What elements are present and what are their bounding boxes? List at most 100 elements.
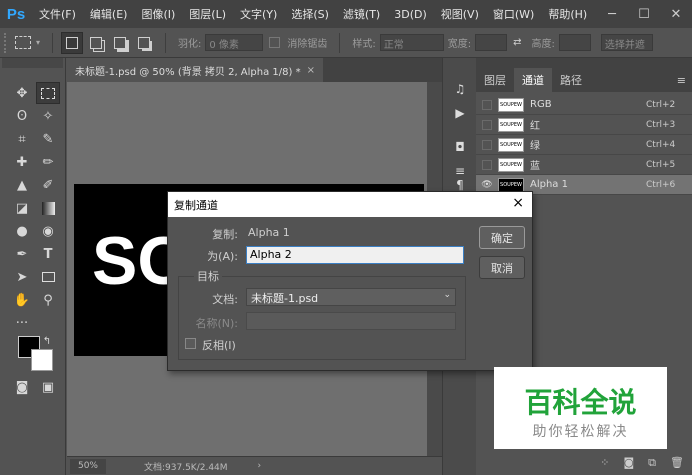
menu-window[interactable]: 窗口(W) bbox=[486, 6, 541, 22]
channel-thumbnail: SOUPEW bbox=[498, 157, 524, 172]
background-color-swatch[interactable] bbox=[31, 349, 53, 371]
menu-type[interactable]: 文字(Y) bbox=[233, 6, 284, 22]
feather-input[interactable]: 0 像素 bbox=[205, 34, 264, 51]
document-label: 文档: bbox=[212, 293, 238, 306]
channel-row-rgb[interactable]: SOUPEW RGB Ctrl+2 bbox=[476, 95, 692, 115]
antialias-label: 消除锯齿 bbox=[287, 39, 328, 50]
source-label: 复制: bbox=[212, 228, 238, 241]
document-name-input[interactable] bbox=[246, 312, 456, 330]
maximize-icon[interactable]: ☐ bbox=[628, 0, 660, 28]
menu-select[interactable]: 选择(S) bbox=[284, 6, 336, 22]
swap-icon[interactable]: ⇄ bbox=[513, 37, 521, 48]
style-select[interactable]: 正常 bbox=[379, 34, 444, 51]
screen-mode-icon[interactable]: ▣ bbox=[36, 376, 60, 398]
swap-colors-icon[interactable]: ↰ bbox=[40, 334, 54, 348]
visibility-toggle[interactable] bbox=[476, 155, 498, 175]
minimize-icon[interactable]: ─ bbox=[596, 0, 628, 28]
channel-thumbnail: SOUPEW bbox=[498, 177, 524, 192]
eraser-tool-icon[interactable]: ◪ bbox=[10, 197, 34, 219]
visibility-toggle[interactable] bbox=[476, 135, 498, 155]
crop-tool-icon[interactable]: ⌗ bbox=[10, 128, 34, 150]
channel-row-red[interactable]: SOUPEW 红 Ctrl+3 bbox=[476, 115, 692, 135]
pen-tool-icon[interactable]: ✒ bbox=[10, 243, 34, 265]
menu-3d[interactable]: 3D(D) bbox=[387, 8, 434, 21]
healing-brush-tool-icon[interactable]: ✚ bbox=[10, 151, 34, 173]
more-tools-icon[interactable]: ··· bbox=[10, 312, 34, 334]
watermark-subtitle: 助你轻松解决 bbox=[532, 424, 629, 440]
select-and-mask-button[interactable]: 选择并遮 bbox=[600, 34, 653, 51]
marquee-preset-icon[interactable] bbox=[12, 32, 34, 54]
visibility-toggle[interactable] bbox=[476, 115, 498, 135]
history-brush-tool-icon[interactable]: ✐ bbox=[36, 174, 60, 196]
channel-row-green[interactable]: SOUPEW 绿 Ctrl+4 bbox=[476, 135, 692, 155]
width-label: 宽度: bbox=[447, 39, 472, 50]
channel-shortcut: Ctrl+4 bbox=[646, 139, 676, 150]
rectangle-tool-icon[interactable] bbox=[36, 266, 60, 288]
dodge-tool-icon[interactable]: ◉ bbox=[36, 220, 60, 242]
cancel-button[interactable]: 取消 bbox=[479, 256, 525, 279]
toolbox-grip[interactable] bbox=[2, 58, 63, 68]
hand-tool-icon[interactable]: ✋ bbox=[10, 289, 34, 311]
gradient-tool-icon[interactable] bbox=[36, 197, 60, 219]
zoom-tool-icon[interactable]: ⚲ bbox=[36, 289, 60, 311]
chevron-right-icon[interactable]: › bbox=[258, 461, 262, 471]
close-icon[interactable]: × bbox=[307, 65, 315, 76]
menu-image[interactable]: 图像(I) bbox=[134, 6, 182, 22]
menu-edit[interactable]: 编辑(E) bbox=[83, 6, 135, 22]
name-label: 名称(N): bbox=[195, 317, 238, 330]
menu-file[interactable]: 文件(F) bbox=[32, 6, 83, 22]
close-icon[interactable]: ✕ bbox=[660, 0, 692, 28]
channel-shortcut: Ctrl+3 bbox=[646, 119, 676, 130]
add-selection-icon[interactable] bbox=[85, 32, 107, 54]
menu-layer[interactable]: 图层(L) bbox=[182, 6, 233, 22]
stamp-tool-icon[interactable]: ▲ bbox=[10, 174, 34, 196]
trash-icon[interactable]: 🗑 bbox=[670, 456, 684, 469]
tab-layers[interactable]: 图层 bbox=[476, 68, 514, 92]
channel-thumbnail: SOUPEW bbox=[498, 97, 524, 112]
actions-panel-icon[interactable]: ▶ bbox=[449, 104, 471, 122]
close-icon[interactable]: × bbox=[512, 195, 524, 211]
properties-panel-icon[interactable]: ◘ bbox=[449, 138, 471, 156]
channel-row-blue[interactable]: SOUPEW 蓝 Ctrl+5 bbox=[476, 155, 692, 175]
height-input[interactable] bbox=[558, 34, 591, 51]
new-selection-icon[interactable] bbox=[61, 31, 84, 54]
type-tool-icon[interactable]: T bbox=[36, 243, 60, 265]
path-selection-tool-icon[interactable]: ➤ bbox=[10, 266, 34, 288]
quick-mask-icon[interactable]: ◙ bbox=[10, 376, 34, 398]
antialias-checkbox[interactable] bbox=[269, 37, 281, 48]
chevron-down-icon[interactable]: ▾ bbox=[36, 38, 40, 47]
marquee-tool-icon[interactable] bbox=[36, 82, 60, 104]
invert-checkbox[interactable] bbox=[185, 338, 196, 349]
visibility-toggle[interactable] bbox=[476, 95, 498, 115]
eyedropper-tool-icon[interactable]: ✎ bbox=[36, 128, 60, 150]
magic-wand-tool-icon[interactable]: ✧ bbox=[36, 105, 60, 127]
menu-view[interactable]: 视图(V) bbox=[434, 6, 486, 22]
new-channel-icon[interactable]: ⧉ bbox=[648, 456, 656, 470]
photoshop-logo: Ps bbox=[6, 5, 26, 23]
ok-button[interactable]: 确定 bbox=[479, 226, 525, 249]
menu-filter[interactable]: 滤镜(T) bbox=[336, 6, 387, 22]
menu-help[interactable]: 帮助(H) bbox=[541, 6, 594, 22]
brush-tool-icon[interactable]: ✏ bbox=[36, 151, 60, 173]
document-tab[interactable]: 未标题-1.psd @ 50% (背景 拷贝 2, Alpha 1/8) * × bbox=[67, 58, 323, 82]
load-selection-icon[interactable]: ⁘ bbox=[600, 456, 609, 469]
save-selection-icon[interactable]: ◙ bbox=[623, 456, 634, 469]
panel-menu-icon[interactable]: ≡ bbox=[677, 74, 686, 87]
zoom-level[interactable]: 50% bbox=[70, 458, 106, 474]
document-select[interactable]: 未标题-1.psd ⌄ bbox=[246, 288, 456, 306]
move-tool-icon[interactable]: ✥ bbox=[10, 82, 34, 104]
subtract-selection-icon[interactable] bbox=[109, 32, 131, 54]
lasso-tool-icon[interactable]: ʘ bbox=[10, 105, 34, 127]
channel-name-input[interactable]: Alpha 2 bbox=[246, 246, 464, 264]
document-tab-bar: 未标题-1.psd @ 50% (背景 拷贝 2, Alpha 1/8) * × bbox=[67, 58, 442, 82]
intersect-selection-icon[interactable] bbox=[133, 32, 155, 54]
history-panel-icon[interactable]: ♫ bbox=[449, 80, 471, 98]
channel-name: 蓝 bbox=[530, 161, 540, 172]
options-grip bbox=[4, 32, 12, 53]
tab-channels[interactable]: 通道 bbox=[514, 68, 552, 92]
options-bar: ▾ 羽化: 0 像素 消除锯齿 样式: 正常 宽度: ⇄ 高度: 选择并遮 bbox=[0, 28, 692, 58]
width-input[interactable] bbox=[475, 34, 508, 51]
destination-title: 目标 bbox=[194, 268, 222, 284]
blur-tool-icon[interactable]: ● bbox=[10, 220, 34, 242]
tab-paths[interactable]: 路径 bbox=[552, 68, 590, 92]
